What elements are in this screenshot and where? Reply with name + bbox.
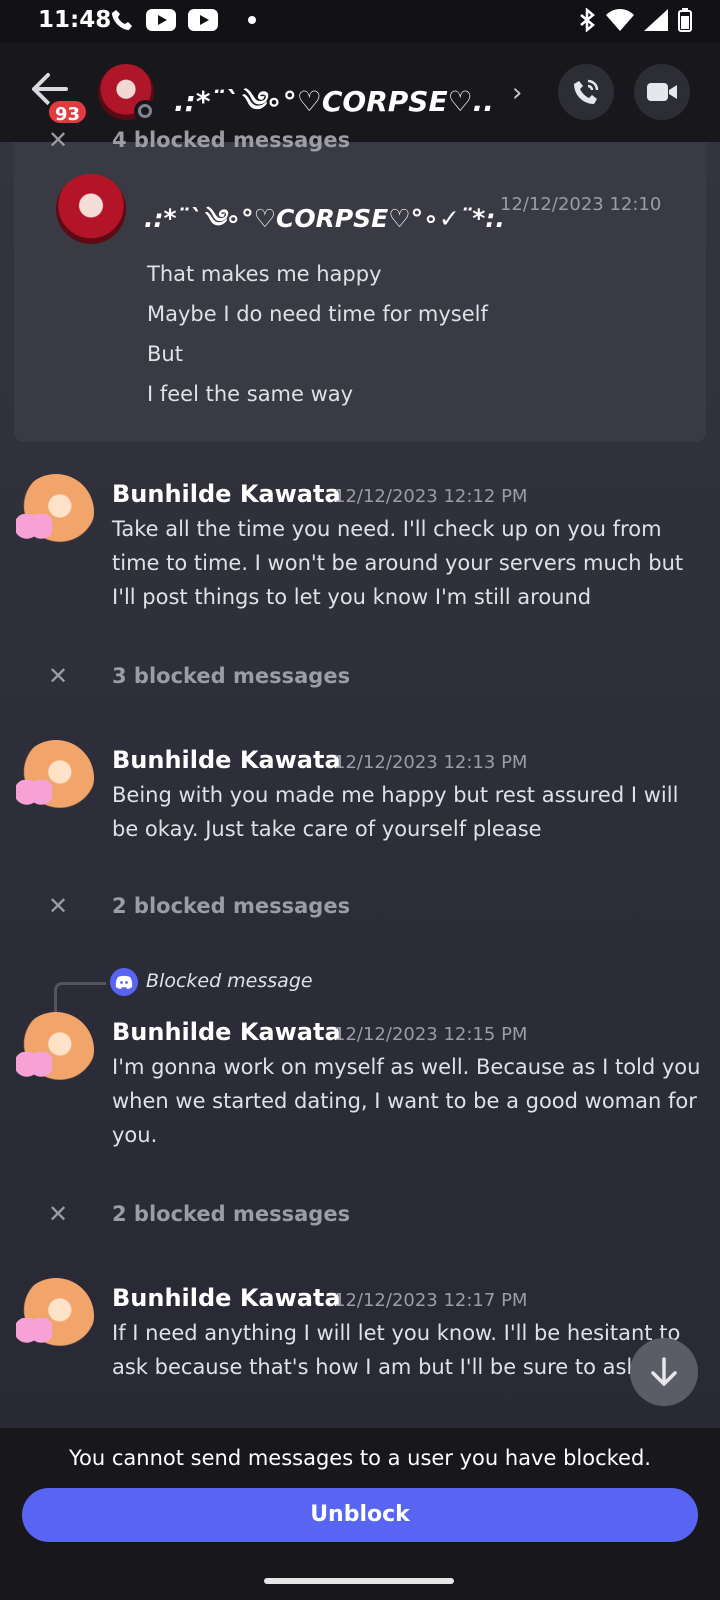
blocked-messages-label: 2 blocked messages [112,1202,351,1226]
gesture-handle[interactable] [264,1578,454,1584]
offline-status-icon [134,100,156,122]
close-icon[interactable]: ✕ [48,892,68,920]
jump-to-latest-button[interactable] [630,1338,698,1406]
message-timestamp: 12/12/2023 12:13 PM [334,752,528,773]
message-line: I feel the same way [147,382,354,406]
avatar[interactable] [16,740,94,816]
blocked-messages-row[interactable]: ✕ 4 blocked messages [0,124,720,160]
discord-icon [110,968,138,996]
reply-context-card: .:*¨`༄∘°♡CORPSE♡°∘✓¨*:. 12/12/2023 12:10… [14,142,706,442]
video-camera-icon [647,83,677,101]
blocked-messages-label: 4 blocked messages [112,128,351,152]
avatar[interactable] [16,1012,94,1088]
blocked-messages-label: 2 blocked messages [112,894,351,918]
blocked-footer: You cannot send messages to a user you h… [0,1428,720,1558]
voice-call-button[interactable] [558,64,614,120]
message-timestamp: 12/12/2023 12:15 PM [334,1024,528,1045]
unblock-button[interactable]: Unblock [22,1488,698,1542]
reply-connector [54,982,106,1012]
blocked-messages-row[interactable]: ✕ 2 blocked messages [0,1198,720,1234]
blocked-messages-row[interactable]: ✕ 3 blocked messages [0,660,720,696]
unread-badge: 93 [46,98,90,126]
message-line: That makes me happy [147,262,382,286]
clock: 11:48 [38,7,112,33]
notification-dot-icon [248,16,256,24]
phone-icon [112,10,132,30]
blocked-notice: You cannot send messages to a user you h… [69,1446,651,1470]
reply-reference-text: Blocked message [146,970,313,992]
navigation-bar [0,1558,720,1600]
chevron-right-icon[interactable]: › [512,78,522,108]
status-bar: 11:48 [0,0,720,42]
message-body: If I need anything I will let you know. … [112,1321,681,1379]
arrow-down-icon [651,1357,677,1386]
message-author[interactable]: .:*¨`༄∘°♡CORPSE♡°∘✓¨*:. [144,190,505,261]
message-body: That makes me happy Maybe I do need time… [147,254,488,414]
message-author[interactable]: Bunhilde Kawata [112,480,341,508]
phone-call-icon [574,79,599,104]
video-call-button[interactable] [634,64,690,120]
message-author[interactable]: Bunhilde Kawata [112,746,341,774]
avatar[interactable] [16,1278,94,1354]
bluetooth-icon [580,8,595,32]
close-icon[interactable]: ✕ [48,126,68,154]
avatar[interactable] [16,474,94,550]
signal-icon [644,9,668,31]
message-body: Take all the time you need. I'll check u… [112,517,684,609]
message-timestamp: 12/12/2023 12:12 PM [334,486,528,507]
message-body: I'm gonna work on myself as well. Becaus… [112,1055,701,1147]
close-icon[interactable]: ✕ [48,1200,68,1228]
blocked-messages-row[interactable]: ✕ 2 blocked messages [0,890,720,926]
message-line: Maybe I do need time for myself [147,302,488,326]
message-author[interactable]: Bunhilde Kawata [112,1284,341,1312]
blocked-messages-label: 3 blocked messages [112,664,351,688]
close-icon[interactable]: ✕ [48,662,68,690]
battery-icon [678,8,692,32]
message-timestamp: 12/12/2023 12:10 [500,194,662,215]
wifi-icon [606,9,634,31]
youtube-icon [188,9,218,31]
reply-reference[interactable]: Blocked message [54,968,374,1012]
message-timestamp: 12/12/2023 12:17 PM [334,1290,528,1311]
avatar[interactable] [56,174,126,244]
message-author[interactable]: Bunhilde Kawata [112,1018,341,1046]
message-body: Being with you made me happy but rest as… [112,783,679,841]
youtube-icon [146,9,176,31]
message-line: But [147,342,183,366]
